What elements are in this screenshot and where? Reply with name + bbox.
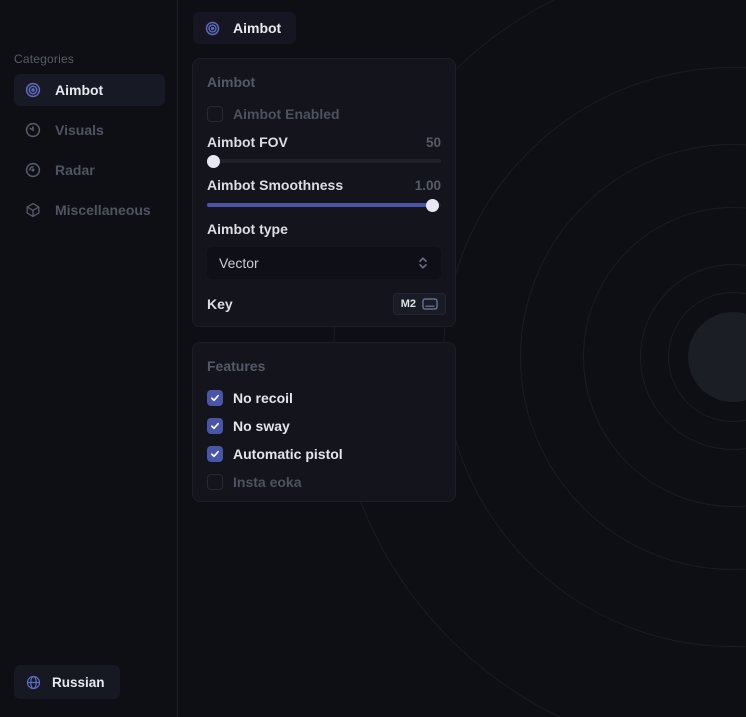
check-icon [210, 393, 220, 403]
checkbox-label: Insta eoka [233, 474, 301, 490]
package-icon [25, 202, 41, 218]
updown-chevron-icon [417, 256, 429, 270]
checkbox-label: Automatic pistol [233, 446, 343, 462]
sidebar-item-aimbot[interactable]: Aimbot [14, 74, 165, 106]
clock-icon [25, 122, 41, 138]
smoothness-slider-label: Aimbot Smoothness [207, 177, 343, 193]
globe-icon [26, 675, 41, 690]
sidebar-item-label: Aimbot [55, 82, 103, 98]
fov-slider-thumb[interactable] [207, 155, 220, 168]
fov-slider-track[interactable] [207, 159, 441, 163]
fov-slider-header: Aimbot FOV 50 [207, 134, 441, 150]
feature-no-sway-row[interactable]: No sway [207, 417, 441, 435]
sidebar-divider [177, 0, 178, 717]
keyboard-icon [422, 298, 438, 310]
sidebar-item-radar[interactable]: Radar [14, 154, 165, 186]
keybind-row: Key M2 [207, 293, 446, 315]
panel-title: Features [207, 358, 265, 374]
sidebar-item-label: Visuals [55, 122, 104, 138]
tab-label: Aimbot [233, 20, 281, 36]
keybind-button[interactable]: M2 [393, 293, 446, 315]
no-recoil-checkbox[interactable] [207, 390, 223, 406]
checkbox-label: Aimbot Enabled [233, 106, 340, 122]
select-value: Vector [219, 255, 259, 271]
feature-no-recoil-row[interactable]: No recoil [207, 389, 441, 407]
aimbot-panel: Aimbot Aimbot Enabled Aimbot FOV 50 Aimb… [192, 58, 456, 327]
aimbot-enabled-checkbox[interactable] [207, 106, 223, 122]
aimbot-type-select[interactable]: Vector [207, 247, 441, 279]
smoothness-slider-thumb[interactable] [426, 199, 439, 212]
check-icon [210, 449, 220, 459]
check-icon [210, 421, 220, 431]
insta-eoka-checkbox[interactable] [207, 474, 223, 490]
keybind-value: M2 [401, 298, 416, 310]
tab-aimbot[interactable]: Aimbot [193, 12, 296, 44]
smoothness-slider-track[interactable] [207, 203, 441, 207]
smoothness-slider-header: Aimbot Smoothness 1.00 [207, 177, 441, 193]
features-panel: Features No recoil No sway Automatic pis… [192, 342, 456, 502]
language-button[interactable]: Russian [14, 665, 120, 699]
categories-label: Categories [14, 52, 74, 66]
app-window: Categories Aimbot Visuals Radar Miscella… [0, 0, 746, 717]
radar-icon [25, 162, 41, 178]
smoothness-slider-value: 1.00 [415, 178, 441, 193]
target-icon [205, 21, 220, 36]
checkbox-label: No recoil [233, 390, 293, 406]
automatic-pistol-checkbox[interactable] [207, 446, 223, 462]
checkbox-label: No sway [233, 418, 290, 434]
smoothness-slider-fill [207, 203, 436, 207]
feature-automatic-pistol-row[interactable]: Automatic pistol [207, 445, 441, 463]
fov-slider-value: 50 [426, 135, 441, 150]
no-sway-checkbox[interactable] [207, 418, 223, 434]
fov-slider-label: Aimbot FOV [207, 134, 288, 150]
target-icon [25, 82, 41, 98]
language-button-label: Russian [52, 675, 105, 690]
sidebar-item-miscellaneous[interactable]: Miscellaneous [14, 194, 165, 226]
feature-insta-eoka-row[interactable]: Insta eoka [207, 473, 441, 491]
sidebar-item-visuals[interactable]: Visuals [14, 114, 165, 146]
aimbot-enabled-checkbox-row[interactable]: Aimbot Enabled [207, 105, 441, 123]
sidebar-item-label: Radar [55, 162, 95, 178]
aimbot-type-label: Aimbot type [207, 221, 288, 237]
keybind-label: Key [207, 296, 233, 312]
panel-title: Aimbot [207, 74, 255, 90]
sidebar-item-label: Miscellaneous [55, 202, 151, 218]
